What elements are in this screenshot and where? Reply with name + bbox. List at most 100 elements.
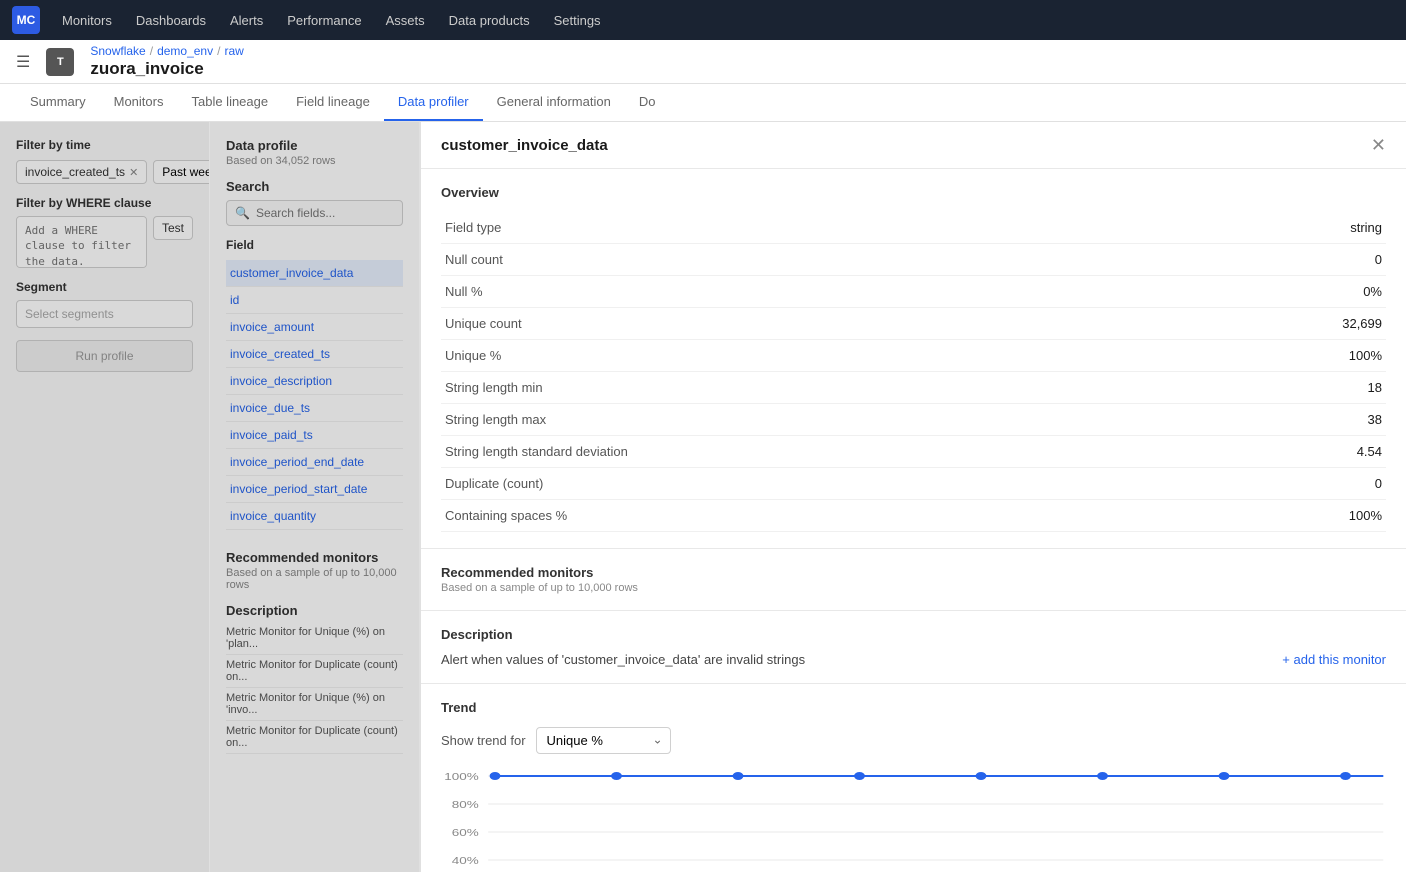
- stat-row-str-max: String length max 38: [441, 404, 1386, 436]
- page-title: zuora_invoice: [90, 59, 243, 79]
- tab-monitors[interactable]: Monitors: [100, 84, 178, 121]
- breadcrumb-demo-env[interactable]: demo_env: [157, 44, 213, 58]
- stat-label-dup-count: Duplicate (count): [441, 468, 1197, 500]
- filter-chip-remove[interactable]: ✕: [129, 166, 138, 179]
- stat-row-null-count: Null count 0: [441, 244, 1386, 276]
- avatar: T: [46, 48, 74, 76]
- field-item-0[interactable]: customer_invoice_data: [226, 260, 403, 287]
- nav-performance[interactable]: Performance: [277, 9, 371, 32]
- field-list-label: Field: [226, 238, 403, 252]
- field-item-9[interactable]: invoice_quantity: [226, 503, 403, 530]
- time-range-select[interactable]: Past week: [153, 160, 210, 184]
- trend-select[interactable]: Unique % Null % Duplicate (count): [536, 727, 671, 754]
- rec-monitors-subtitle: Based on a sample of up to 10,000 rows: [226, 567, 403, 591]
- tab-do[interactable]: Do: [625, 84, 670, 121]
- detail-header: customer_invoice_data ✕: [421, 122, 1406, 169]
- stat-label-str-std: String length standard deviation: [441, 436, 1197, 468]
- tab-field-lineage[interactable]: Field lineage: [282, 84, 384, 121]
- overview-label: Overview: [441, 185, 1386, 200]
- stat-row-field-type: Field type string: [441, 212, 1386, 244]
- segment-label: Segment: [16, 280, 193, 294]
- add-monitor-link[interactable]: + add this monitor: [1282, 652, 1386, 667]
- hamburger-icon[interactable]: ☰: [16, 52, 30, 72]
- filter-by-time-label: Filter by time: [16, 138, 193, 152]
- svg-text:80%: 80%: [452, 799, 479, 811]
- rec-monitors-panel-sub: Based on a sample of up to 10,000 rows: [441, 582, 1386, 594]
- field-item-2[interactable]: invoice_amount: [226, 314, 403, 341]
- stat-row-str-std: String length standard deviation 4.54: [441, 436, 1386, 468]
- data-profile-subtitle: Based on 34,052 rows: [226, 155, 403, 167]
- rec-monitor-2: Metric Monitor for Unique (%) on 'invo..…: [226, 688, 403, 721]
- trend-chart-svg: 100% 80% 60% 40% 20% 0%: [441, 770, 1386, 872]
- stat-value-null-count: 0: [1197, 244, 1386, 276]
- stat-label-null-pct: Null %: [441, 276, 1197, 308]
- main-layout: Filter by time invoice_created_ts ✕ Past…: [0, 122, 1406, 872]
- nav-dashboards[interactable]: Dashboards: [126, 9, 216, 32]
- filter-chip[interactable]: invoice_created_ts ✕: [16, 160, 147, 184]
- nav-settings[interactable]: Settings: [544, 9, 611, 32]
- rec-monitors-section: Recommended monitors Based on a sample o…: [226, 550, 403, 754]
- trend-select-wrapper: Unique % Null % Duplicate (count): [536, 727, 671, 754]
- breadcrumb-sep-2: /: [217, 44, 220, 58]
- tab-summary[interactable]: Summary: [16, 84, 100, 121]
- field-item-6[interactable]: invoice_paid_ts: [226, 422, 403, 449]
- trend-label: Trend: [441, 700, 1386, 715]
- stat-value-dup-count: 0: [1197, 468, 1386, 500]
- nav-assets[interactable]: Assets: [376, 9, 435, 32]
- search-input[interactable]: [256, 206, 394, 220]
- field-item-3[interactable]: invoice_created_ts: [226, 341, 403, 368]
- tab-general-info[interactable]: General information: [483, 84, 625, 121]
- search-box: 🔍: [226, 200, 403, 226]
- stat-label-str-min: String length min: [441, 372, 1197, 404]
- breadcrumb-sep-1: /: [150, 44, 153, 58]
- nav-monitors[interactable]: Monitors: [52, 9, 122, 32]
- tab-data-profiler[interactable]: Data profiler: [384, 84, 483, 121]
- filter-row: invoice_created_ts ✕ Past week: [16, 160, 193, 184]
- stat-row-spaces-pct: Containing spaces % 100%: [441, 500, 1386, 532]
- show-trend-for-label: Show trend for: [441, 733, 526, 748]
- where-input-row: Test: [16, 216, 193, 268]
- field-item-5[interactable]: invoice_due_ts: [226, 395, 403, 422]
- stat-label-str-max: String length max: [441, 404, 1197, 436]
- breadcrumb-raw[interactable]: raw: [224, 44, 243, 58]
- nav-data-products[interactable]: Data products: [439, 9, 540, 32]
- top-nav: MC Monitors Dashboards Alerts Performanc…: [0, 0, 1406, 40]
- stat-value-str-max: 38: [1197, 404, 1386, 436]
- tab-table-lineage[interactable]: Table lineage: [177, 84, 282, 121]
- rec-monitor-3: Metric Monitor for Duplicate (count) on.…: [226, 721, 403, 754]
- stat-value-unique-pct: 100%: [1197, 340, 1386, 372]
- stat-value-str-min: 18: [1197, 372, 1386, 404]
- close-button[interactable]: ✕: [1371, 136, 1386, 154]
- rec-monitors-panel: Recommended monitors Based on a sample o…: [421, 549, 1406, 611]
- field-list: customer_invoice_data id invoice_amount …: [226, 260, 403, 530]
- stat-row-unique-pct: Unique % 100%: [441, 340, 1386, 372]
- breadcrumb: Snowflake / demo_env / raw: [90, 44, 243, 58]
- search-icon: 🔍: [235, 206, 250, 220]
- field-item-8[interactable]: invoice_period_start_date: [226, 476, 403, 503]
- detail-title: customer_invoice_data: [441, 137, 608, 154]
- run-profile-button[interactable]: Run profile: [16, 340, 193, 372]
- field-item-4[interactable]: invoice_description: [226, 368, 403, 395]
- description-section-title: Description: [226, 603, 403, 618]
- field-item-7[interactable]: invoice_period_end_date: [226, 449, 403, 476]
- mc-logo: MC: [12, 6, 40, 34]
- tabs-bar: Summary Monitors Table lineage Field lin…: [0, 84, 1406, 122]
- test-button[interactable]: Test: [153, 216, 193, 240]
- overview-section: Overview Field type string Null count 0 …: [421, 169, 1406, 549]
- where-clause-label: Filter by WHERE clause: [16, 196, 193, 210]
- trend-chart: 100% 80% 60% 40% 20% 0%: [441, 770, 1386, 872]
- segment-select[interactable]: Select segments: [16, 300, 193, 328]
- rec-monitor-1: Metric Monitor for Duplicate (count) on.…: [226, 655, 403, 688]
- trend-controls: Show trend for Unique % Null % Duplicate…: [441, 727, 1386, 754]
- data-profile-title: Data profile: [226, 138, 403, 153]
- stat-value-null-pct: 0%: [1197, 276, 1386, 308]
- svg-text:40%: 40%: [452, 855, 479, 867]
- where-clause-input[interactable]: [16, 216, 147, 268]
- search-label: Search: [226, 179, 403, 194]
- stat-label-field-type: Field type: [441, 212, 1197, 244]
- stat-label-spaces-pct: Containing spaces %: [441, 500, 1197, 532]
- nav-alerts[interactable]: Alerts: [220, 9, 273, 32]
- svg-text:60%: 60%: [452, 827, 479, 839]
- field-item-1[interactable]: id: [226, 287, 403, 314]
- breadcrumb-snowflake[interactable]: Snowflake: [90, 44, 145, 58]
